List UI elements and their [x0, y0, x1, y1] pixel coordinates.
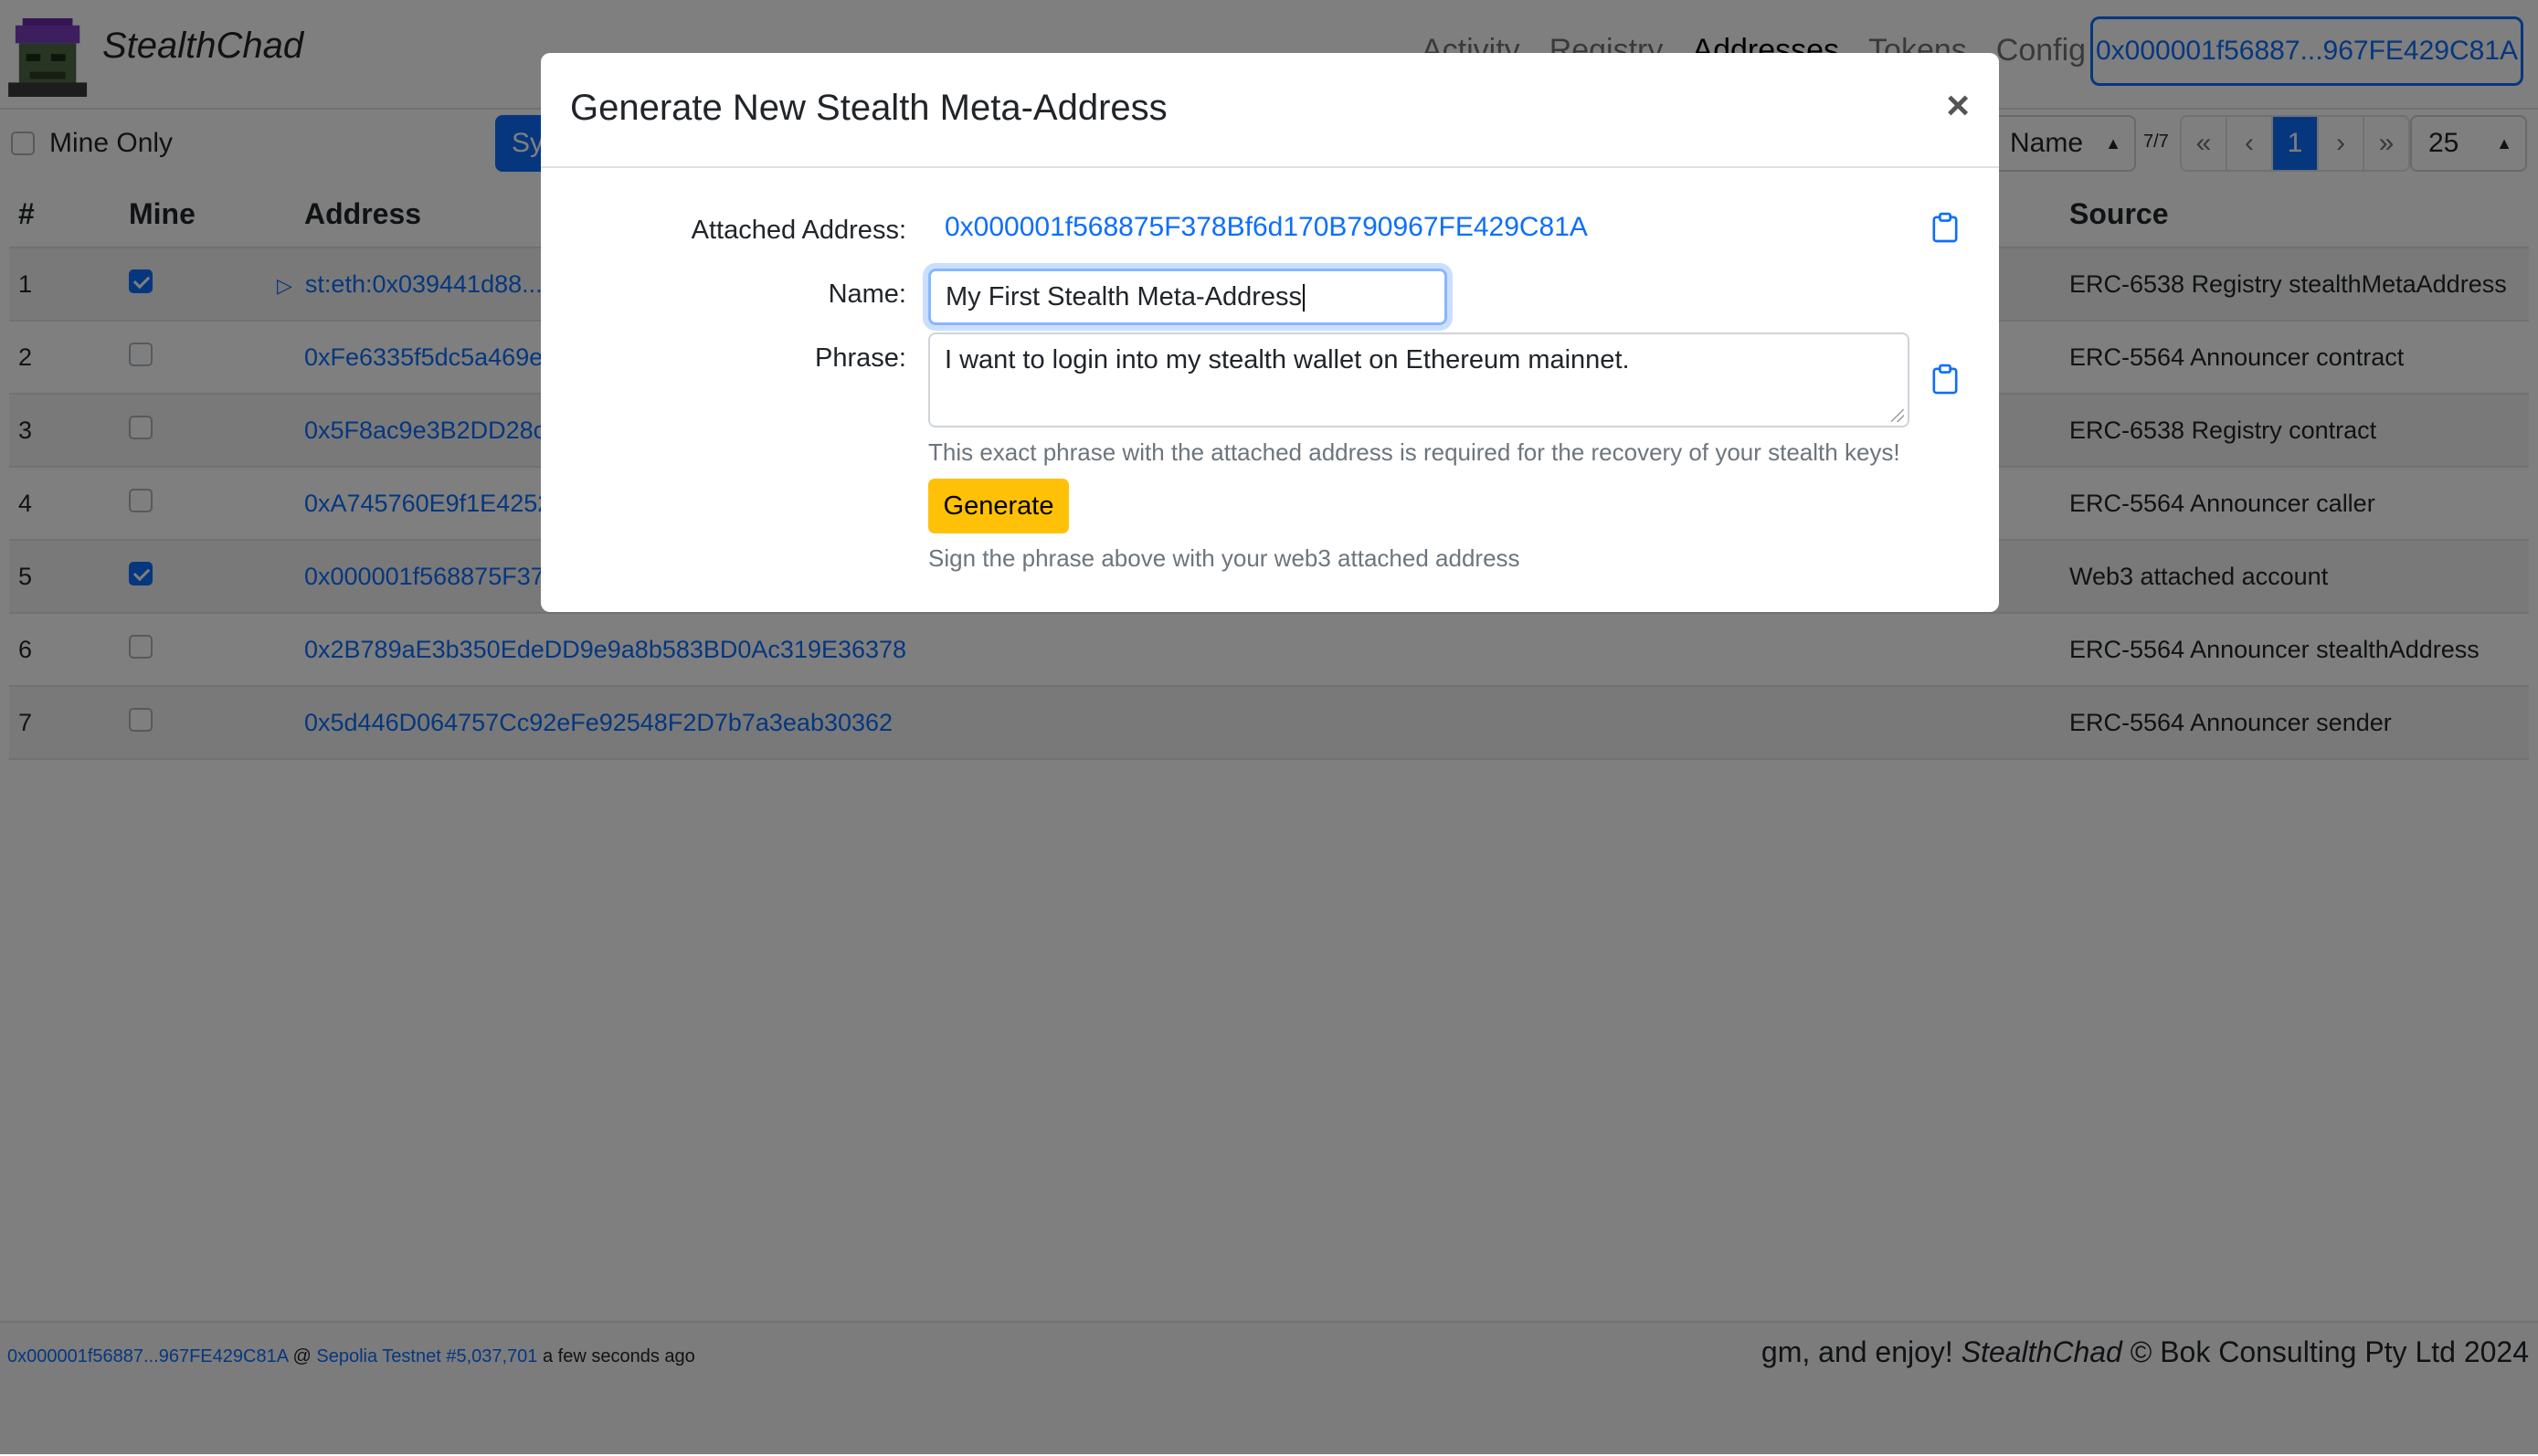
- modal-header: Generate New Stealth Meta-Address ×: [541, 53, 1999, 168]
- name-input[interactable]: My First Stealth Meta-Address: [928, 269, 1447, 325]
- clipboard-icon[interactable]: [1931, 212, 1959, 243]
- generate-button[interactable]: Generate: [928, 479, 1069, 533]
- close-icon[interactable]: ×: [1946, 86, 1970, 126]
- phrase-label: Phrase:: [815, 343, 906, 373]
- clipboard-icon[interactable]: [1931, 364, 1959, 395]
- name-input-value: My First Stealth Meta-Address: [946, 282, 1302, 311]
- modal-title: Generate New Stealth Meta-Address: [570, 88, 1168, 128]
- phrase-textarea-value: I want to login into my stealth wallet o…: [945, 345, 1630, 375]
- attached-address-label: Attached Address:: [691, 216, 906, 245]
- resize-grip-icon[interactable]: [1891, 409, 1904, 422]
- generate-help-text: Sign the phrase above with your web3 att…: [928, 544, 1520, 572]
- attached-address-value[interactable]: 0x000001f568875F378Bf6d170B790967FE429C8…: [945, 212, 1588, 243]
- phrase-help-text: This exact phrase with the attached addr…: [928, 438, 1900, 466]
- phrase-textarea[interactable]: I want to login into my stealth wallet o…: [928, 332, 1909, 427]
- name-label: Name:: [828, 280, 906, 309]
- generate-meta-address-modal: Generate New Stealth Meta-Address × Atta…: [541, 53, 1999, 612]
